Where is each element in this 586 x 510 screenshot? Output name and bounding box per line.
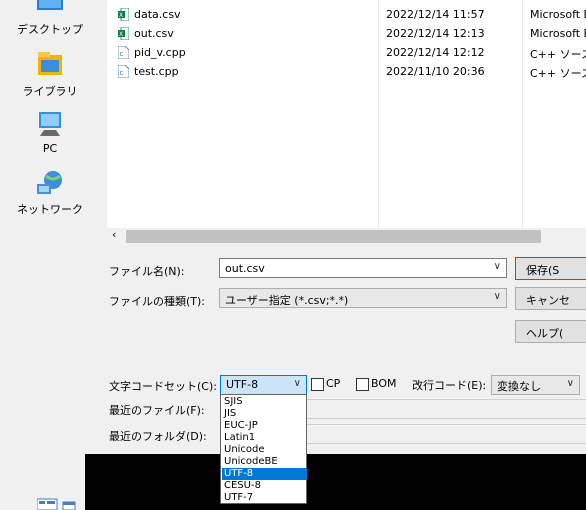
save-button[interactable]: 保存(S <box>515 257 586 280</box>
svg-text:X: X <box>119 12 123 19</box>
excel-csv-icon: X <box>118 27 129 40</box>
charset-option[interactable]: CESU-8 <box>222 480 307 492</box>
svg-text:c: c <box>120 50 124 58</box>
charset-option[interactable]: EUC-JP <box>222 420 307 432</box>
svg-text:X: X <box>119 31 123 38</box>
nav-item-label: PC <box>42 142 58 155</box>
file-row[interactable]: c pid_v.cpp 2022/12/14 12:12 C++ ソース <box>107 43 586 63</box>
nav-item-label: デスクトップ <box>17 23 83 36</box>
nav-item-library[interactable]: ライブラリ <box>0 52 100 99</box>
charset-option[interactable]: UnicodeBE <box>222 456 307 468</box>
file-type: Microsoft E <box>530 8 586 21</box>
cpp-file-icon: c <box>118 65 129 78</box>
file-name: test.cpp <box>134 65 179 78</box>
filetype-label: ファイルの種類(T): <box>109 295 206 308</box>
bom-checkbox[interactable] <box>356 378 369 391</box>
charset-option[interactable]: Unicode <box>222 444 307 456</box>
nav-item-network[interactable]: ネットワーク <box>0 170 100 217</box>
scroll-left-icon[interactable]: ‹ <box>112 228 116 241</box>
excel-csv-icon: X <box>118 8 129 21</box>
nav-item-pc[interactable]: PC <box>0 111 100 155</box>
file-date: 2022/11/10 20:36 <box>386 65 485 78</box>
cancel-button-label: キャンセ <box>526 294 570 307</box>
file-name: out.csv <box>134 27 174 40</box>
nav-item-label: ネットワーク <box>17 203 83 216</box>
recent-file-label: 最近のファイル(F): <box>109 404 205 417</box>
charset-label: 文字コードセット(C): <box>109 380 217 393</box>
desktop-icon <box>37 0 63 10</box>
filename-combo[interactable]: out.csv ∨ <box>219 258 507 278</box>
scrollbar-thumb[interactable] <box>126 230 541 243</box>
pc-icon <box>39 112 61 136</box>
newline-value: 変換なし <box>497 380 541 393</box>
filetype-value: ユーザー指定 (*.csv;*.*) <box>225 294 349 307</box>
network-icon <box>37 171 62 194</box>
svg-text:c: c <box>120 69 124 77</box>
help-button-label: ヘルプ( <box>526 327 564 340</box>
navigation-pane: デスクトップ ライブラリ PC ネットワーク <box>0 0 107 350</box>
cp-label: CP <box>326 377 341 390</box>
recent-folder-label: 最近のフォルダ(D): <box>109 430 207 443</box>
filetype-select[interactable]: ユーザー指定 (*.csv;*.*) ∨ <box>219 288 507 308</box>
charset-option[interactable]: Latin1 <box>222 432 307 444</box>
charset-dropdown-list[interactable]: SJIS JIS EUC-JP Latin1 Unicode UnicodeBE… <box>220 394 307 504</box>
filename-label: ファイル名(N): <box>109 265 185 278</box>
charset-option-selected[interactable]: UTF-8 <box>222 468 307 480</box>
nav-item-label: ライブラリ <box>22 85 78 98</box>
newline-label: 改行コード(E): <box>412 379 487 392</box>
file-date: 2022/12/14 12:12 <box>386 46 485 59</box>
file-name: data.csv <box>134 8 181 21</box>
horizontal-scrollbar[interactable]: ‹ <box>107 228 586 245</box>
file-row[interactable]: X out.csv 2022/12/14 12:13 Microsoft E <box>107 24 586 44</box>
file-list[interactable]: X data.csv 2022/12/14 11:57 Microsoft E … <box>107 0 586 228</box>
recent-folder-select[interactable] <box>305 424 586 444</box>
background-window <box>85 454 586 510</box>
chevron-down-icon[interactable]: ∨ <box>567 378 574 389</box>
recent-file-select[interactable] <box>305 399 586 419</box>
file-row[interactable]: c test.cpp 2022/11/10 20:36 C++ ソース <box>107 62 586 82</box>
help-button[interactable]: ヘルプ( <box>515 320 586 343</box>
save-button-label: 保存(S <box>526 264 560 277</box>
chevron-down-icon[interactable]: ∨ <box>294 378 301 389</box>
file-row[interactable]: X data.csv 2022/12/14 11:57 Microsoft E <box>107 5 586 25</box>
cpp-file-icon: c <box>118 46 129 59</box>
cp-checkbox[interactable] <box>311 378 324 391</box>
file-date: 2022/12/14 11:57 <box>386 8 485 21</box>
charset-select[interactable]: UTF-8 ∨ <box>220 375 307 395</box>
file-type: Microsoft E <box>530 27 586 40</box>
library-icon <box>38 52 62 75</box>
file-type: C++ ソース <box>530 67 586 80</box>
file-name: pid_v.cpp <box>134 46 186 59</box>
charset-value: UTF-8 <box>226 378 259 391</box>
taskbar-view-icon <box>37 498 76 510</box>
chevron-down-icon[interactable]: ∨ <box>494 291 501 302</box>
file-date: 2022/12/14 12:13 <box>386 27 485 40</box>
newline-select[interactable]: 変換なし ∨ <box>491 375 580 395</box>
charset-option[interactable]: UTF-7 <box>222 492 307 504</box>
file-type: C++ ソース <box>530 48 586 61</box>
cancel-button[interactable]: キャンセ <box>515 287 586 310</box>
filename-value: out.csv <box>225 262 265 275</box>
bom-label: BOM <box>371 377 397 390</box>
nav-item-desktop[interactable]: デスクトップ <box>0 0 100 37</box>
charset-option[interactable]: SJIS <box>222 396 307 408</box>
charset-option[interactable]: JIS <box>222 408 307 420</box>
chevron-down-icon[interactable]: ∨ <box>494 261 501 272</box>
